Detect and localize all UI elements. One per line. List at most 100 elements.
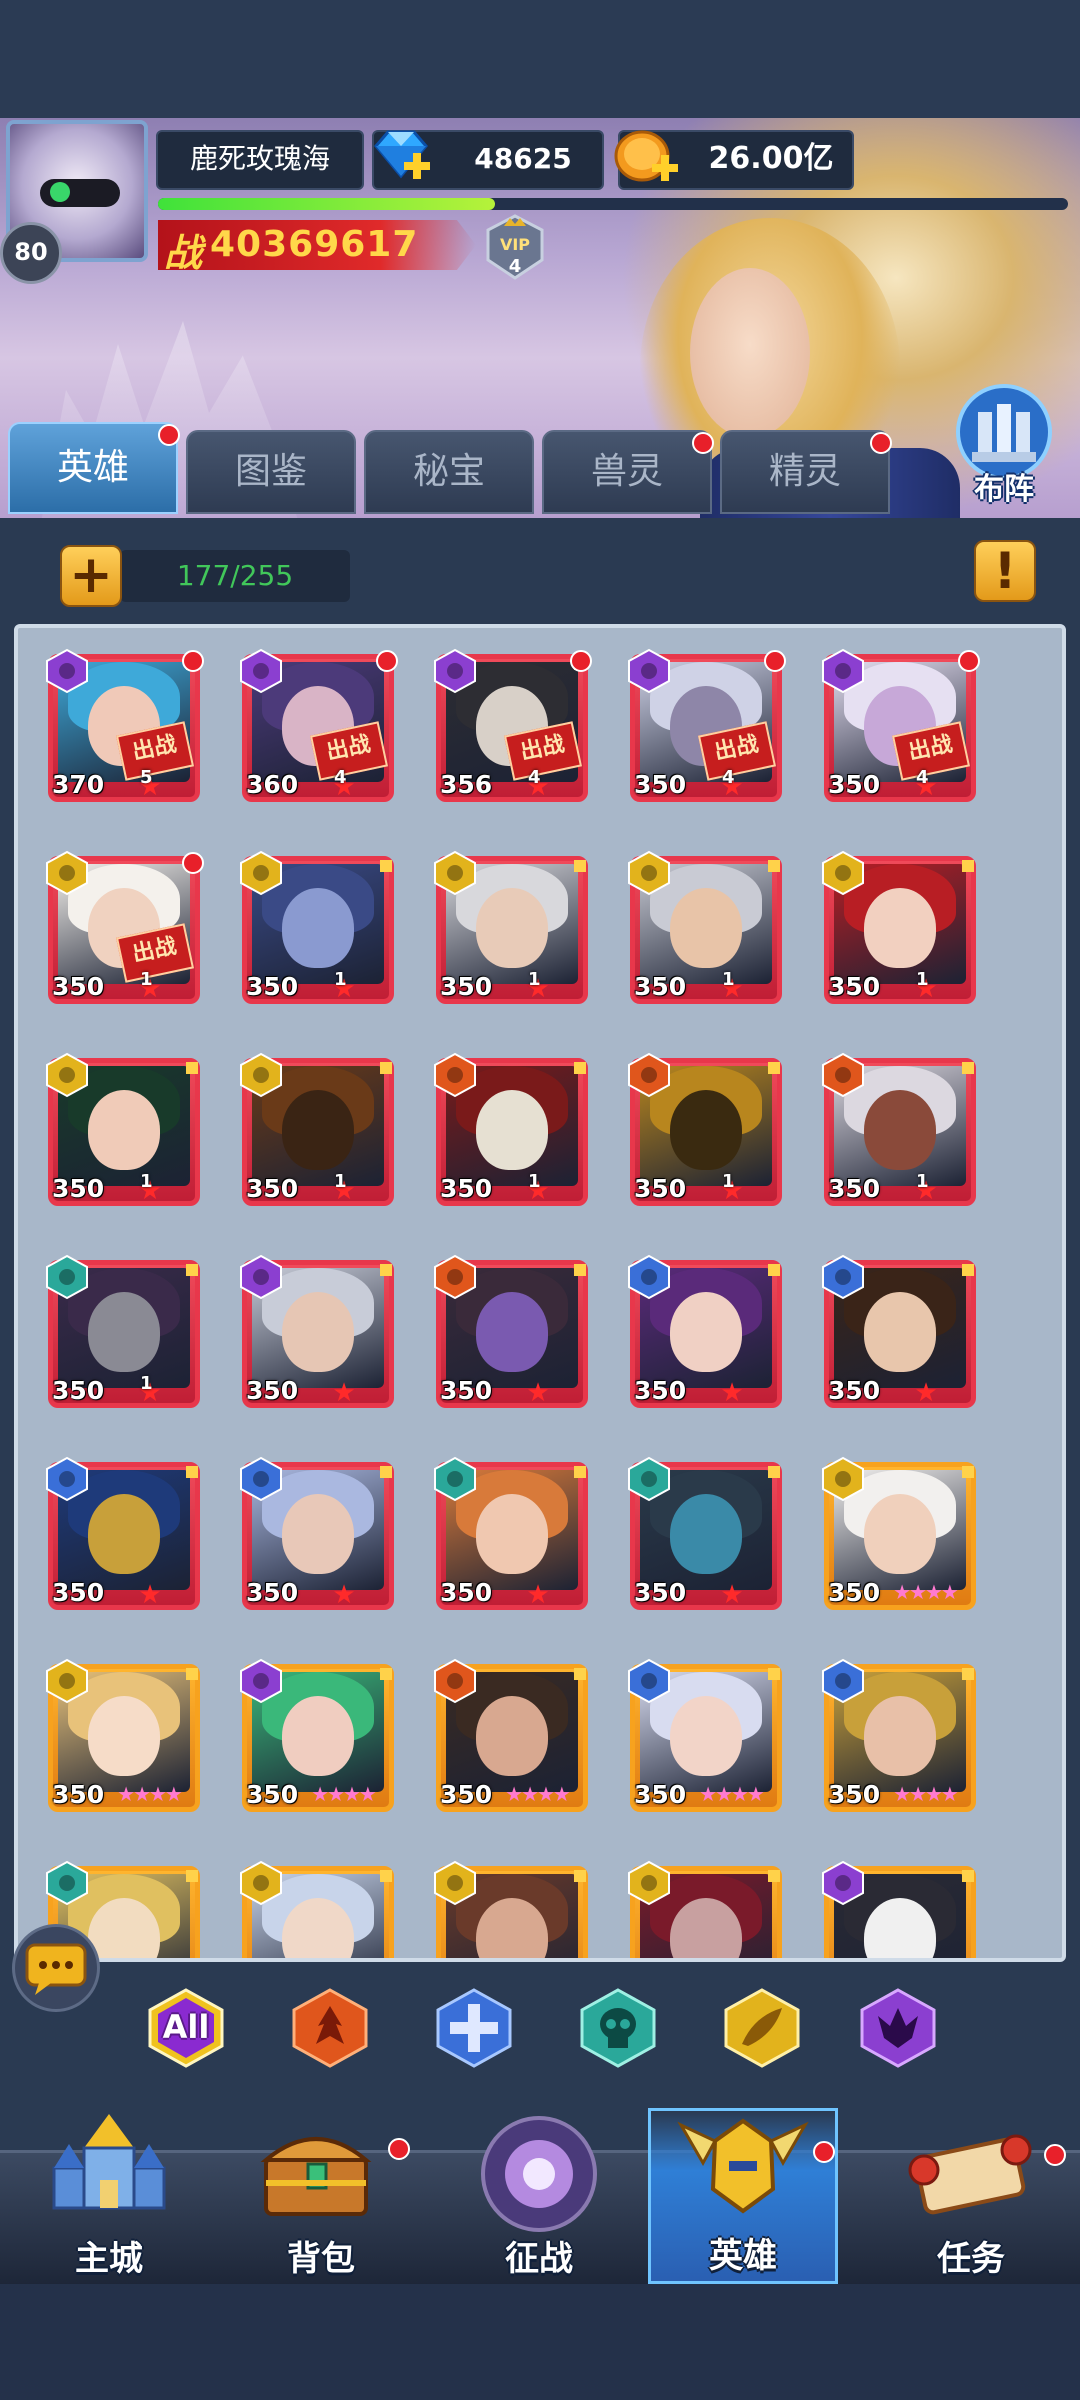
scroll-icon — [908, 2134, 1032, 2215]
hero-card[interactable]: 350 ★ 1 — [44, 1254, 204, 1414]
tab-heroes[interactable]: 英雄 — [8, 422, 180, 514]
hero-card[interactable]: 350 ★ — [238, 1254, 398, 1414]
filter-demon-button[interactable] — [856, 1986, 940, 2070]
hero-card[interactable]: 350 ★★★★ — [820, 1456, 980, 1616]
hero-corner-gem — [962, 1466, 974, 1478]
hero-card[interactable]: 350 ★ 1 — [432, 850, 592, 1010]
hero-level: 350 — [246, 1780, 299, 1809]
hero-count: 177/255 — [176, 559, 294, 592]
hero-card[interactable]: 350 ★ 1 — [238, 1052, 398, 1212]
nav-main-city[interactable]: 主城 — [14, 2108, 204, 2284]
gold-coin-plus-icon — [614, 130, 678, 182]
hero-card[interactable]: 350 ★ — [238, 1456, 398, 1616]
nav-tasks[interactable]: 任务 — [876, 2108, 1066, 2284]
hero-star-count: 1 — [140, 1171, 153, 1192]
hero-star-rank: ★ — [332, 1580, 355, 1610]
filter-all-button[interactable]: All — [144, 1986, 228, 2070]
purple-faction-icon — [434, 648, 476, 694]
hero-card[interactable] — [238, 1860, 398, 1958]
hero-portrait-face — [476, 1696, 548, 1776]
hero-card[interactable]: 350 ★ — [820, 1254, 980, 1414]
hero-card[interactable]: 出战 356 ★ 4 — [432, 648, 592, 808]
hero-card[interactable]: 350 ★ 1 — [820, 850, 980, 1010]
diamond-counter[interactable]: 48625 — [372, 130, 604, 190]
hero-card[interactable]: 350 ★ — [44, 1456, 204, 1616]
hero-card[interactable]: 350 ★★★★ — [238, 1658, 398, 1818]
notification-dot — [1044, 2144, 1066, 2166]
tab-elf[interactable]: 精灵 — [720, 430, 892, 514]
blue-faction-icon — [822, 1254, 864, 1300]
filter-cross-button[interactable] — [432, 1986, 516, 2070]
hero-card[interactable] — [820, 1860, 980, 1958]
hero-card[interactable]: 出战 350 ★ 4 — [820, 648, 980, 808]
hero-card[interactable] — [626, 1860, 786, 1958]
hero-card[interactable]: 出战 350 ★ 1 — [44, 850, 204, 1010]
hero-card[interactable]: 350 ★ — [626, 1254, 786, 1414]
hero-level: 350 — [52, 1376, 105, 1405]
hero-card[interactable]: 出战 360 ★ 4 — [238, 648, 398, 808]
teal-faction-icon — [46, 1254, 88, 1300]
filter-feather-button[interactable] — [720, 1986, 804, 2070]
hero-level: 350 — [440, 1578, 493, 1607]
hero-grid: 出战 370 ★ 5 出战 360 ★ 4 出战 356 ★ 4 出战 350 ★ 4 出战 350 ★ 4 出战 350… — [14, 624, 1066, 1962]
hero-star-rank: ★ — [526, 1580, 549, 1610]
hero-card[interactable]: 350 ★ — [432, 1254, 592, 1414]
hero-card[interactable]: 350 ★★★★ — [432, 1658, 592, 1818]
nav-backpack[interactable]: 背包 — [226, 2108, 416, 2284]
hero-portrait-face — [864, 1292, 936, 1372]
filter-skull-button[interactable] — [576, 1986, 660, 2070]
hero-corner-gem — [768, 1870, 780, 1882]
formation-button[interactable]: 布阵 — [944, 382, 1064, 512]
tab-treasure[interactable]: 秘宝 — [364, 430, 534, 514]
hero-corner-gem — [186, 1264, 198, 1276]
tab-beast-spirit[interactable]: 兽灵 — [542, 430, 714, 514]
player-name: 鹿死玫瑰海 — [189, 142, 330, 175]
combat-power: 战 40369617 — [158, 220, 476, 270]
nav-label: 任务 — [937, 2239, 1005, 2279]
hero-card[interactable]: 350 ★★★★ — [44, 1658, 204, 1818]
hero-star-count: 4 — [722, 767, 735, 788]
hero-corner-gem — [380, 1466, 392, 1478]
chat-button[interactable] — [12, 1924, 100, 2012]
hero-card[interactable]: 350 ★★★★ — [626, 1658, 786, 1818]
hero-card[interactable]: 350 ★ 1 — [626, 850, 786, 1010]
filter-all-label: All — [162, 2008, 210, 2046]
nav-campaign[interactable]: 征战 — [444, 2108, 634, 2284]
hero-corner-gem — [768, 860, 780, 872]
info-button[interactable]: ! — [974, 540, 1036, 602]
filter-fire-button[interactable] — [288, 1986, 372, 2070]
gold-faction-icon — [822, 1456, 864, 1502]
hero-card[interactable]: 350 ★ 1 — [820, 1052, 980, 1212]
hero-portrait-face — [88, 1494, 160, 1574]
nav-label: 主城 — [75, 2239, 143, 2279]
notification-dot — [376, 650, 398, 672]
hero-card[interactable]: 350 ★ 1 — [626, 1052, 786, 1212]
hero-corner-gem — [768, 1062, 780, 1074]
plus-icon: + — [69, 545, 113, 605]
hero-card[interactable]: 350 ★ 1 — [44, 1052, 204, 1212]
hero-card[interactable]: 出战 370 ★ 5 — [44, 648, 204, 808]
gold-amount: 26.00亿 — [708, 141, 834, 176]
gold-faction-icon — [628, 1860, 670, 1906]
combat-power-prefix: 战 — [164, 231, 203, 275]
hero-card[interactable]: 350 ★ — [432, 1456, 592, 1616]
add-hero-slot-button[interactable]: + — [60, 545, 122, 607]
nav-heroes[interactable]: 英雄 — [648, 2108, 838, 2284]
notification-dot — [158, 424, 180, 446]
hero-portrait-face — [864, 1494, 936, 1574]
hero-card[interactable]: 350 ★ 1 — [432, 1052, 592, 1212]
hero-level: 350 — [634, 1174, 687, 1203]
feather-faction-icon — [724, 1988, 800, 2068]
gold-counter[interactable]: 26.00亿 — [614, 130, 854, 190]
hero-card[interactable]: 350 ★ 1 — [238, 850, 398, 1010]
hero-level: 360 — [246, 770, 299, 799]
banner-hero-face — [690, 268, 810, 438]
vip-badge[interactable]: VIP 4 — [480, 212, 550, 282]
combat-power-value: 40369617 — [210, 224, 419, 265]
tab-codex[interactable]: 图鉴 — [186, 430, 356, 514]
hero-card[interactable]: 出战 350 ★ 4 — [626, 648, 786, 808]
hero-card[interactable]: 350 ★ — [626, 1456, 786, 1616]
hero-level: 350 — [828, 1578, 881, 1607]
hero-card[interactable]: 350 ★★★★ — [820, 1658, 980, 1818]
hero-card[interactable] — [432, 1860, 592, 1958]
